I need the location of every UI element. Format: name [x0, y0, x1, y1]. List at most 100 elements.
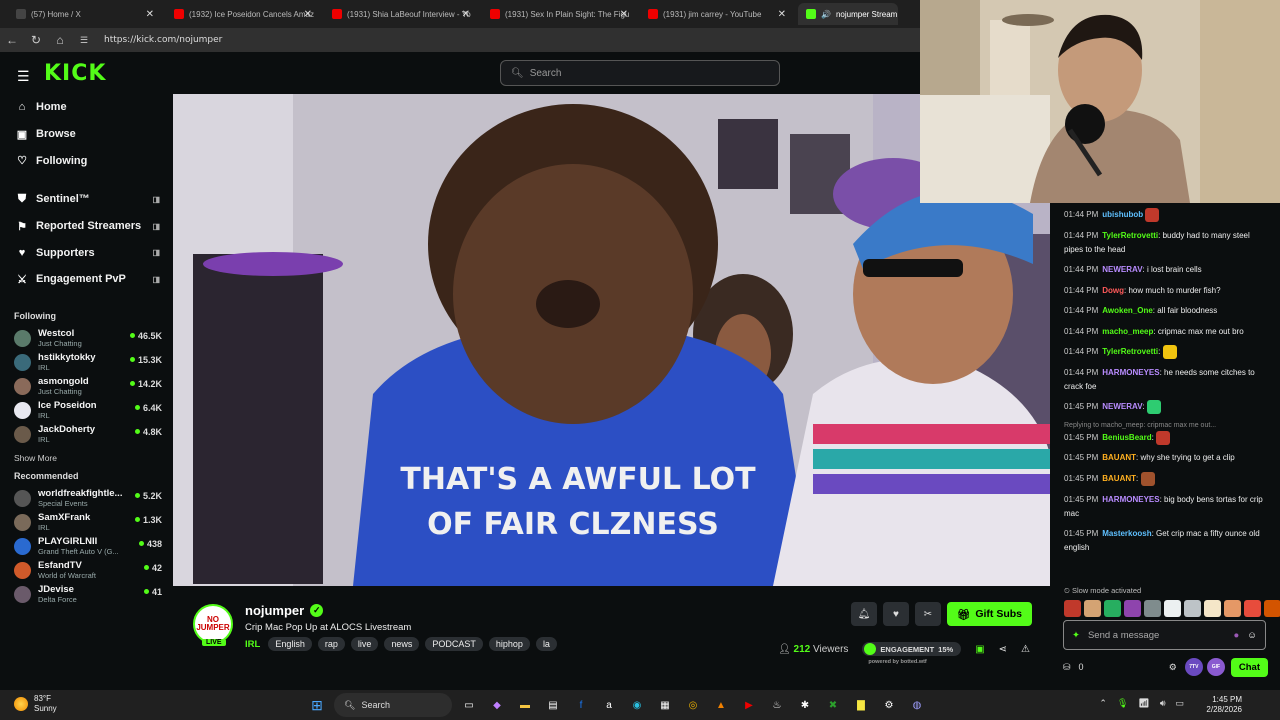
category-link[interactable]: IRL	[245, 639, 260, 650]
chat-username[interactable]: HARMONEYES	[1102, 495, 1159, 504]
browser-tab[interactable]: (57) Home / X ✕	[8, 3, 160, 25]
calculator-icon[interactable]: ▦	[654, 694, 676, 716]
emote-icon[interactable]	[1124, 600, 1141, 617]
windows-start-icon[interactable]: ⊞	[306, 694, 328, 716]
chat-username[interactable]: Dowg	[1102, 286, 1124, 295]
tag-chip[interactable]: live	[350, 637, 379, 651]
browser-tab-active[interactable]: 🔊 nojumper Stream	[798, 3, 898, 25]
chat-username[interactable]: ubishubob	[1102, 210, 1143, 219]
sidebar-item-supporters[interactable]: ♥ Supporters ◨	[0, 239, 172, 266]
reload-icon[interactable]: ↻	[24, 33, 48, 47]
sidebar-channel[interactable]: JackDoherty IRL 4.8K	[0, 423, 172, 447]
sidebar-item-following[interactable]: ♡ Following	[0, 147, 172, 174]
external-link-icon[interactable]: ◨	[152, 195, 160, 204]
emoji-icon[interactable]: ☺	[1247, 630, 1257, 641]
xbox-icon[interactable]: ✖	[822, 694, 844, 716]
vlc-icon[interactable]: ▲	[710, 694, 732, 716]
browser-tab[interactable]: (1932) Ice Poseidon Cancels Amaz ✕	[166, 3, 318, 25]
emote-icon[interactable]	[1204, 600, 1221, 617]
menu-icon[interactable]: ☰	[17, 68, 30, 85]
chat-input[interactable]: ✦ Send a message ● ☺	[1063, 620, 1266, 650]
chat-send-button[interactable]: Chat	[1230, 657, 1268, 677]
chevron-up-icon[interactable]: ⌃	[1099, 698, 1107, 709]
chat-username[interactable]: TylerRetrovetti	[1102, 231, 1158, 240]
sidebar-item-reported-streamers[interactable]: ⚑ Reported Streamers ◨	[0, 213, 172, 240]
close-icon[interactable]: ✕	[146, 9, 154, 20]
sidebar-item-browse[interactable]: ▣ Browse	[0, 121, 172, 148]
tag-chip[interactable]: la	[535, 637, 557, 651]
stats-icon[interactable]: ▣	[975, 644, 984, 655]
kick-logo[interactable]: KICK	[44, 61, 106, 86]
video-player[interactable]: THAT'S A AWFUL LOT OF FAIR CLZNESS	[173, 94, 1050, 586]
sidebar-channel[interactable]: asmongold Just Chatting 14.2K	[0, 375, 172, 399]
points-icon[interactable]: ⛁	[1063, 662, 1071, 673]
close-icon[interactable]: ✕	[462, 9, 470, 20]
battery-icon[interactable]: ▭	[1175, 698, 1184, 709]
emote-icon[interactable]	[1164, 600, 1181, 617]
chat-username[interactable]: HARMONEYES	[1102, 368, 1159, 377]
amazon-icon[interactable]: a	[598, 694, 620, 716]
weather-widget[interactable]: 83°F Sunny	[14, 694, 57, 714]
sidebar-channel[interactable]: SamXFrank IRL 1.3K	[0, 511, 172, 535]
emote-icon[interactable]	[1244, 600, 1261, 617]
copilot-icon[interactable]: ◆	[486, 694, 508, 716]
speaker-icon[interactable]: 🔊	[821, 10, 831, 19]
sparkle-icon[interactable]: ✦	[1072, 630, 1080, 641]
tag-chip[interactable]: rap	[317, 637, 345, 651]
share-icon[interactable]: ⋖	[999, 644, 1007, 655]
chat-username[interactable]: BeniusBeard	[1102, 433, 1151, 442]
emote-icon[interactable]	[1224, 600, 1241, 617]
channel-name[interactable]: nojumper	[245, 603, 304, 618]
task-view-icon[interactable]: ▭	[458, 694, 480, 716]
home-icon[interactable]: ⌂	[48, 33, 72, 47]
chat-username[interactable]: TylerRetrovetti	[1102, 347, 1158, 356]
sidebar-channel[interactable]: Westcol Just Chatting 46.5K	[0, 327, 172, 351]
emote-icon[interactable]	[1104, 600, 1121, 617]
chat-username[interactable]: NEWERAV	[1102, 402, 1142, 411]
url-field[interactable]: https://kick.com/nojumper	[104, 35, 222, 45]
gif-badge[interactable]: GIF	[1206, 658, 1225, 676]
sidebar-channel[interactable]: worldfreakfightle... Special Events 5.2K	[0, 487, 172, 511]
emote-icon[interactable]	[1264, 600, 1280, 617]
sidebar-channel[interactable]: EsfandTV World of Warcraft 42	[0, 559, 172, 583]
notification-bell-button[interactable]: 🔔︎	[850, 602, 877, 626]
emote-icon[interactable]	[1064, 600, 1081, 617]
search-input[interactable]: 🔍︎ Search	[500, 60, 780, 86]
chat-username[interactable]: Awoken_One	[1102, 306, 1153, 315]
external-link-icon[interactable]: ◨	[152, 275, 160, 284]
tag-chip[interactable]: English	[268, 637, 312, 651]
show-more-link[interactable]: Show More	[0, 453, 172, 463]
close-icon[interactable]: ✕	[620, 9, 628, 20]
tag-chip[interactable]: PODCAST	[425, 637, 483, 651]
sidebar-channel[interactable]: PLAYGIRLNII Grand Theft Auto V (G... 438	[0, 535, 172, 559]
sidebar-channel[interactable]: Ice Poseidon IRL 6.4K	[0, 399, 172, 423]
mic-icon[interactable]: 🎙︎	[1117, 698, 1128, 709]
youtube-icon[interactable]: ▶	[738, 694, 760, 716]
sidebar-channel[interactable]: hstikkytokky IRL 15.3K	[0, 351, 172, 375]
gift-subs-button[interactable]: 🎁︎ Gift Subs	[946, 602, 1032, 626]
facebook-icon[interactable]: f	[570, 694, 592, 716]
follow-heart-button[interactable]: ♥	[882, 602, 909, 626]
browser-tab[interactable]: (1931) Shia LaBeouf Interview - Yo ✕	[324, 3, 476, 25]
system-clock[interactable]: 1:45 PM 2/28/2026	[1206, 695, 1242, 715]
emote-picker-icon[interactable]: ●	[1234, 630, 1240, 641]
tag-chip[interactable]: news	[384, 637, 420, 651]
sidebar-channel[interactable]: JDevise Delta Force 41	[0, 583, 172, 607]
external-link-icon[interactable]: ◨	[152, 248, 160, 257]
notes-icon[interactable]: ▇	[850, 694, 872, 716]
sidebar-item-engagement-pvp[interactable]: ⚔ Engagement PvP ◨	[0, 266, 172, 293]
browser-tab[interactable]: (1931) Sex In Plain Sight: The Figu ✕	[482, 3, 634, 25]
chat-username[interactable]: BAUANT	[1102, 453, 1136, 462]
obs-icon[interactable]: ◍	[906, 694, 928, 716]
channel-avatar[interactable]: NO JUMPER	[193, 604, 233, 644]
close-icon[interactable]: ✕	[304, 9, 312, 20]
sidebar-item-sentinel[interactable]: ⛊ Sentinel™ ◨	[0, 186, 172, 213]
store-icon[interactable]: ▤	[542, 694, 564, 716]
emote-icon[interactable]	[1144, 600, 1161, 617]
emote-icon[interactable]	[1184, 600, 1201, 617]
site-info-icon[interactable]: ☰	[72, 35, 96, 46]
report-icon[interactable]: ⚠	[1021, 644, 1030, 655]
chat-username[interactable]: NEWERAV	[1102, 265, 1142, 274]
tag-chip[interactable]: hiphop	[488, 637, 530, 651]
chrome-icon[interactable]: ◎	[682, 694, 704, 716]
